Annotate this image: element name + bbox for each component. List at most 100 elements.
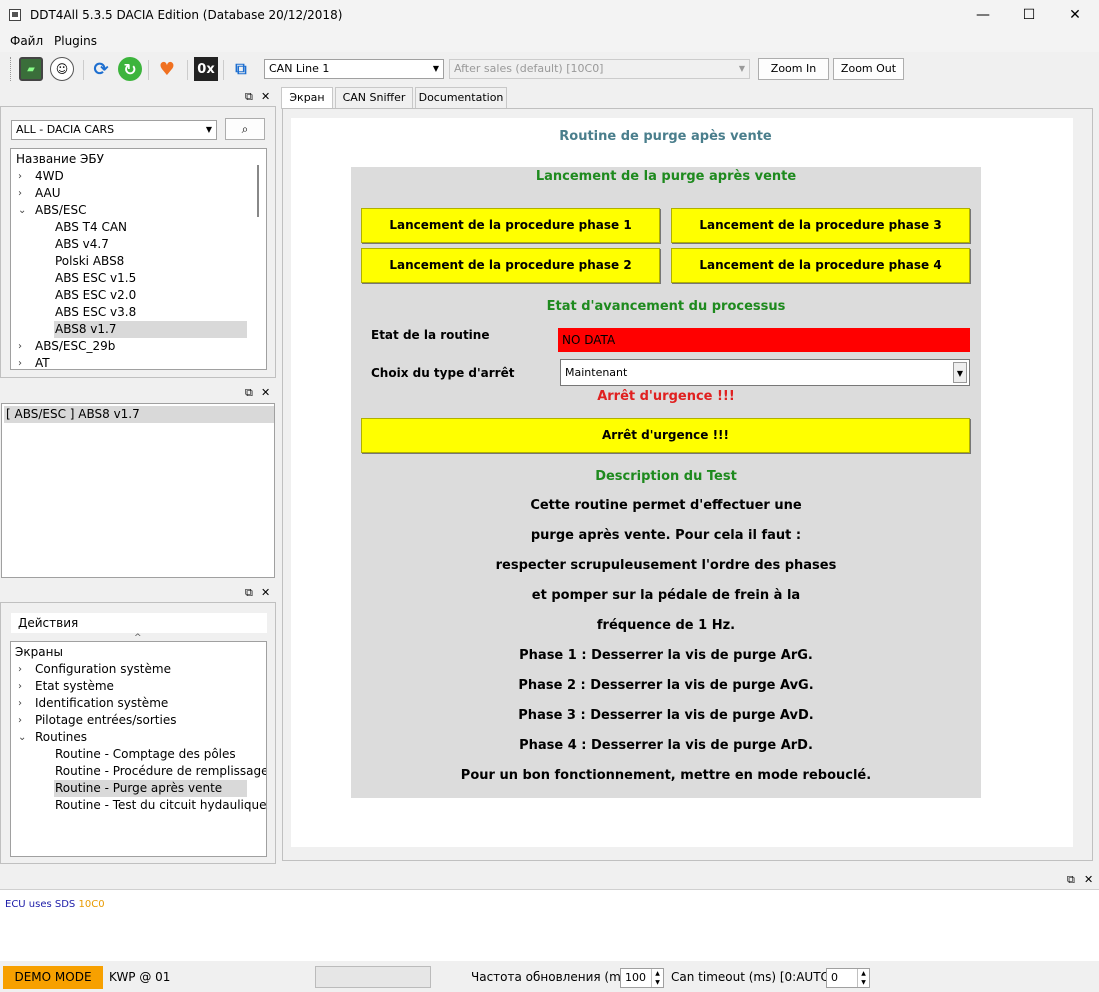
selected-dock-title: ⧉ ✕ [0,384,276,402]
tree-item[interactable]: ABS T4 CAN [54,219,130,236]
close-button[interactable]: ✕ [1052,0,1098,31]
zoom-out-button[interactable]: Zoom Out [833,58,904,80]
tree-item-label: ABS v4.7 [55,237,109,251]
tree-item-label: ABS T4 CAN [55,220,128,234]
spin-arrows-icon[interactable]: ▲ ▼ [857,969,869,987]
tab-can-sniffer[interactable]: CAN Sniffer [335,87,413,108]
close-icon[interactable]: ✕ [261,386,270,399]
tree-item[interactable]: ABS ESC v2.0 [54,287,139,304]
tree-item[interactable]: Polski ABS8 [54,253,127,270]
menu-file[interactable]: Файл [10,34,43,48]
launch-title: Lancement de la purge après vente [535,169,797,184]
search-ecu-button[interactable]: ⌕ [225,118,265,140]
timeout-spinbox[interactable]: 0 ▲ ▼ [826,968,870,988]
close-icon[interactable]: ✕ [1084,873,1093,886]
phase-2-button[interactable]: Lancement de la procedure phase 2 [361,248,660,283]
mechanic-icon[interactable]: ☺ [50,57,74,81]
chevron-down-icon[interactable]: ⌄ [18,202,26,219]
chevron-down-icon: ▼ [738,64,745,73]
tree-item[interactable]: › AT [18,355,53,369]
tree-item[interactable]: ⌄ Routines [18,729,90,746]
chevron-right-icon[interactable]: › [18,661,22,678]
tree-item[interactable]: Routine - Comptage des pôles [54,746,239,763]
chevron-down-icon: ▼ [205,125,212,134]
tree-item-label: ABS/ESC_29b [35,339,116,353]
chevron-right-icon[interactable]: › [18,695,22,712]
scrollbar[interactable] [257,165,259,217]
chevron-right-icon[interactable]: › [18,168,22,185]
menu-bar: Файл Plugins [0,31,1099,52]
float-icon[interactable]: ⧉ [245,90,253,104]
chevron-right-icon[interactable]: › [18,338,22,355]
tree-item-label: Routine - Comptage des pôles [55,747,236,761]
heartbeat-icon[interactable]: ♥ [155,57,179,81]
monitor-icon[interactable]: ▰ [19,57,43,81]
close-icon[interactable]: ✕ [261,586,270,599]
chevron-down-icon: ▼ [432,64,439,73]
vehicle-select[interactable]: ALL - DACIA CARS ▼ [11,120,217,140]
tree-item[interactable]: › Configuration système [18,661,174,678]
tree-item[interactable]: › AAU [18,185,64,202]
phase-4-button[interactable]: Lancement de la procedure phase 4 [671,248,970,283]
session-select[interactable]: After sales (default) [10C0] ▼ [449,59,750,79]
toolbar-separator [148,60,149,80]
menu-plugins[interactable]: Plugins [54,34,97,48]
chevron-right-icon[interactable]: › [18,185,22,202]
tree-item[interactable]: › Identification système [18,695,171,712]
phase-1-button[interactable]: Lancement de la procedure phase 1 [361,208,660,243]
tree-item[interactable]: ABS8 v1.7 [54,321,247,338]
tab-screen[interactable]: Экран [281,87,333,109]
ecu-dock: ALL - DACIA CARS ▼ ⌕ Название ЭБУ › 4WD › A… [0,106,276,378]
actions-tree: Экраны › Configuration système › Etat systè… [10,641,267,857]
sync-icon[interactable]: ↻ [118,57,142,81]
tree-item[interactable]: Routine - Purge après vente [54,780,247,797]
window-title: DDT4All 5.3.5 DACIA Edition (Database 20… [30,8,343,22]
network-icon[interactable]: ⧉ [229,57,253,81]
maximize-button[interactable]: ☐ [1006,0,1052,31]
phase-3-button[interactable]: Lancement de la procedure phase 3 [671,208,970,243]
emergency-button[interactable]: Arrêt d'urgence !!! [361,418,970,453]
chevron-right-icon[interactable]: › [18,712,22,729]
tree-item[interactable]: Routine - Procédure de remplissage u... [54,763,266,780]
refresh-label: Частота обновления (ms): [471,970,636,984]
actions-tab[interactable]: Действия [11,613,267,633]
chevron-down-icon[interactable]: ⌄ [18,729,26,746]
selected-ecu-item[interactable]: [ ABS/ESC ] ABS8 v1.7 [4,406,274,423]
chevron-right-icon[interactable]: › [18,355,22,369]
can-line-value: CAN Line 1 [269,62,330,75]
description-line: Phase 2 : Desserrer la vis de purge AvG. [518,678,814,693]
float-icon[interactable]: ⧉ [245,586,253,600]
minimize-button[interactable]: — [960,0,1006,31]
toolbar-grip [10,57,12,81]
tree-item-label: Etat système [35,679,114,693]
tree-item[interactable]: ABS ESC v3.8 [54,304,139,321]
timeout-value: 0 [831,971,838,984]
zoom-in-button[interactable]: Zoom In [758,58,829,80]
progress-title: Etat d'avancement du processus [546,299,786,314]
float-icon[interactable]: ⧉ [1067,873,1075,887]
log-line: ECU uses SDS 10C0 [5,899,105,910]
can-line-select[interactable]: CAN Line 1 ▼ [264,59,444,79]
tree-item[interactable]: › 4WD [18,168,67,185]
emergency-label: Arrêt d'urgence !!! [597,389,735,404]
tree-item[interactable]: › Etat système [18,678,117,695]
float-icon[interactable]: ⧉ [245,386,253,400]
refresh-spinbox[interactable]: 100 ▲ ▼ [620,968,664,988]
description-title: Description du Test [595,469,737,484]
hex-icon[interactable]: 0x [194,57,218,81]
stop-type-select[interactable]: Maintenant ▼ [560,359,970,386]
tree-item-label: ABS ESC v1.5 [55,271,137,285]
tree-item[interactable]: › ABS/ESC_29b [18,338,118,355]
tree-item[interactable]: Routine - Test du citcuit hydaulique [54,797,266,814]
tree-item[interactable]: ABS v4.7 [54,236,112,253]
refresh-icon[interactable]: ⟳ [89,57,113,81]
close-icon[interactable]: ✕ [261,90,270,103]
tree-item-label: Routines [35,730,88,744]
tree-item-label: ABS ESC v2.0 [55,288,137,302]
tree-item[interactable]: ABS ESC v1.5 [54,270,139,287]
spin-arrows-icon[interactable]: ▲ ▼ [651,969,663,987]
tab-documentation[interactable]: Documentation [415,87,507,108]
tree-item[interactable]: › Pilotage entrées/sorties [18,712,179,729]
chevron-right-icon[interactable]: › [18,678,22,695]
tree-item[interactable]: ⌄ ABS/ESC [18,202,89,219]
